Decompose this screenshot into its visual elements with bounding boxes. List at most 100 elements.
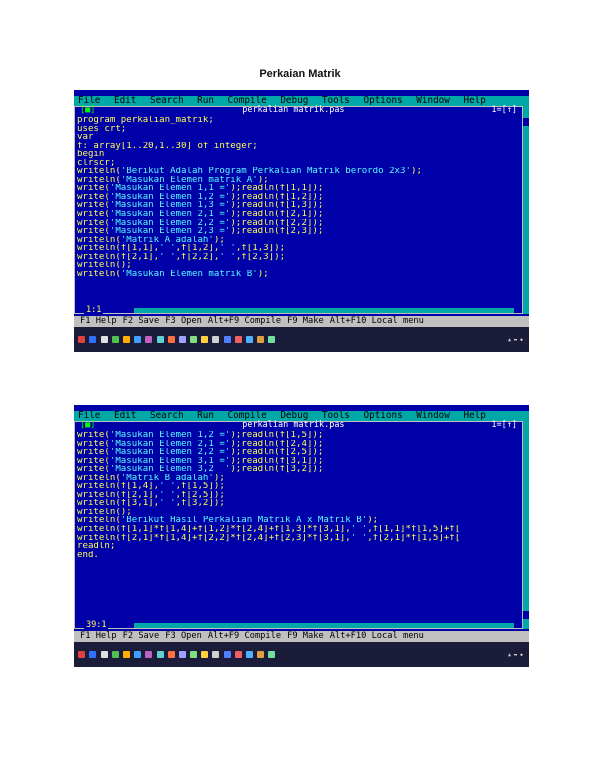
code-line: writeln(f[3,1],' ',f[3,2]); bbox=[77, 499, 225, 508]
code-line: writeln(f[1,1]*f[1,4]+f[1,2]*f[2,4]+f[1,… bbox=[77, 525, 461, 534]
menu-search[interactable]: Search bbox=[150, 96, 184, 106]
taskbar-app-icon[interactable] bbox=[257, 651, 265, 658]
taskbar-app-icon[interactable] bbox=[156, 651, 164, 658]
taskbar-app-icon[interactable] bbox=[234, 651, 242, 658]
taskbar-app-icon[interactable] bbox=[201, 336, 209, 343]
file-name: perkalian matrik.pas bbox=[242, 420, 345, 430]
code-line: writeln(f[2,1]*f[1,4]+f[2,2]*f[2,4]+f[2,… bbox=[77, 533, 461, 543]
code-line: writeln(); bbox=[77, 507, 132, 517]
taskbar-app-icon[interactable] bbox=[167, 651, 175, 658]
close-window-icon[interactable]: [■] bbox=[80, 421, 95, 430]
code-line: writeln('Matrik A adalah'); bbox=[77, 235, 225, 245]
code-line: write('Masukan Elemen 2,3 =');readln(f[2… bbox=[77, 227, 324, 236]
taskbar-app-icon[interactable] bbox=[268, 336, 276, 343]
code-line: write('Masukan Elemen 2,2 =');readln(f[2… bbox=[77, 218, 324, 228]
code-line: writeln(f[1,1],' ',f[1,2],' ',f[1,3]); bbox=[77, 244, 286, 253]
vertical-scrollbar[interactable] bbox=[523, 421, 529, 629]
taskbar-app-icon[interactable] bbox=[212, 651, 220, 658]
taskbar-app-icon[interactable] bbox=[178, 336, 186, 343]
status-item[interactable]: F3 Open bbox=[165, 316, 202, 326]
code-line: writeln('Matrik B adalah'); bbox=[77, 473, 225, 483]
code-line: write('Masukan Elemen 1,3 =');readln(f[1… bbox=[77, 201, 324, 211]
taskbar-app-icon[interactable] bbox=[111, 651, 119, 658]
window-number[interactable]: 1=[↑] bbox=[491, 421, 517, 430]
taskbar-app-icon[interactable] bbox=[178, 651, 186, 658]
taskbar-app-icon[interactable] bbox=[145, 651, 153, 658]
taskbar-app-icon[interactable] bbox=[134, 336, 142, 343]
horizontal-scrollbar[interactable] bbox=[134, 308, 514, 313]
status-item[interactable]: F9 Make bbox=[287, 631, 324, 641]
taskbar-app-icon[interactable] bbox=[122, 651, 130, 658]
taskbar-app-icon[interactable] bbox=[190, 651, 198, 658]
status-item[interactable]: Alt+F10 Local menu bbox=[330, 316, 424, 326]
menu-edit[interactable]: Edit bbox=[114, 411, 136, 421]
menu-window[interactable]: Window bbox=[416, 411, 450, 421]
menu-run[interactable]: Run bbox=[197, 96, 214, 106]
code-line: write('Masukan Elemen 1,1 =');readln(f[1… bbox=[77, 184, 324, 193]
code-editor[interactable]: write('Masukan Elemen 1,2 =');readln(f[1… bbox=[77, 431, 521, 623]
menu-edit[interactable]: Edit bbox=[114, 96, 136, 106]
menu-window[interactable]: Window bbox=[416, 96, 450, 106]
menu-search[interactable]: Search bbox=[150, 411, 184, 421]
system-tray[interactable]: ▲ ▬ ◆ bbox=[508, 337, 523, 343]
vertical-scrollbar[interactable] bbox=[523, 106, 529, 314]
menu-help[interactable]: Help bbox=[463, 411, 485, 421]
taskbar-app-icon[interactable] bbox=[257, 336, 265, 343]
cursor-position: 1:1 bbox=[84, 305, 104, 315]
taskbar-app-icon[interactable] bbox=[100, 336, 108, 343]
code-line: writeln('Berikut Adalah Program Perkalia… bbox=[77, 167, 422, 176]
taskbar-app-icon[interactable] bbox=[246, 336, 253, 343]
taskbar-app-icon[interactable] bbox=[89, 651, 97, 658]
system-tray[interactable]: ▲ ▬ ◆ bbox=[508, 652, 523, 658]
code-line: writeln(f[1,4],' ',f[1,5]); bbox=[77, 482, 225, 491]
editor-window-bar: [■] perkalian matrik.pas 1=[↑] bbox=[74, 421, 523, 430]
taskbar-app-icon[interactable] bbox=[156, 336, 164, 343]
code-line: writeln(f[2,1],' ',f[2,5]); bbox=[77, 490, 225, 500]
status-item[interactable]: F9 Make bbox=[287, 316, 324, 326]
scroll-thumb[interactable] bbox=[523, 611, 529, 619]
editor-window-bar: [■] perkalian matrik.pas 1=[↑] bbox=[74, 106, 523, 115]
status-item[interactable]: F2 Save bbox=[123, 631, 160, 641]
taskbar-app-icon[interactable] bbox=[246, 651, 253, 658]
status-item[interactable]: F3 Open bbox=[165, 631, 202, 641]
status-item[interactable]: Alt+F9 Compile bbox=[208, 631, 281, 641]
code-line: begin bbox=[77, 150, 105, 159]
taskbar-app-icon[interactable] bbox=[89, 336, 97, 343]
code-line: f: array[1..20,1..30] of integer; bbox=[77, 141, 258, 151]
taskbar-app-icon[interactable] bbox=[100, 651, 108, 658]
status-item[interactable]: F2 Save bbox=[123, 316, 160, 326]
close-window-icon[interactable]: [■] bbox=[80, 106, 95, 115]
taskbar-app-icon[interactable] bbox=[190, 336, 198, 343]
status-item[interactable]: F1 Help bbox=[80, 631, 117, 641]
menu-help[interactable]: Help bbox=[463, 96, 485, 106]
taskbar-app-icon[interactable] bbox=[78, 651, 86, 658]
menu-options[interactable]: Options bbox=[364, 411, 403, 421]
taskbar-app-icon[interactable] bbox=[145, 336, 153, 343]
horizontal-scrollbar[interactable] bbox=[134, 623, 514, 628]
taskbar-app-icon[interactable] bbox=[223, 651, 231, 658]
taskbar-app-icon[interactable] bbox=[134, 651, 142, 658]
scroll-thumb[interactable] bbox=[523, 118, 529, 126]
code-line: uses crt; bbox=[77, 124, 127, 134]
taskbar-app-icon[interactable] bbox=[234, 336, 242, 343]
taskbar-app-icon[interactable] bbox=[167, 336, 175, 343]
code-line: writeln(f[2,1],' ',f[2,2],' ',f[2,3]); bbox=[77, 252, 286, 262]
code-line: writeln('Masukan Elemen matrik B'); bbox=[77, 269, 269, 279]
windows-taskbar: ▲ ▬ ◆ bbox=[74, 642, 529, 667]
code-editor[interactable]: program perkalian_matrik; uses crt; var f: … bbox=[77, 116, 521, 308]
status-item[interactable]: Alt+F10 Local menu bbox=[330, 631, 424, 641]
status-item[interactable]: Alt+F9 Compile bbox=[208, 316, 281, 326]
taskbar-app-icon[interactable] bbox=[212, 336, 220, 343]
taskbar-app-icon[interactable] bbox=[201, 651, 209, 658]
menu-run[interactable]: Run bbox=[197, 411, 214, 421]
taskbar-app-icon[interactable] bbox=[111, 336, 119, 343]
cursor-position: 39:1 bbox=[84, 620, 109, 630]
code-line: writeln('Berikut Hasil Perkalian Matrik … bbox=[77, 516, 379, 526]
taskbar-app-icon[interactable] bbox=[268, 651, 276, 658]
taskbar-app-icon[interactable] bbox=[122, 336, 130, 343]
status-item[interactable]: F1 Help bbox=[80, 316, 117, 326]
window-number[interactable]: 1=[↑] bbox=[491, 106, 517, 115]
menu-options[interactable]: Options bbox=[364, 96, 403, 106]
taskbar-app-icon[interactable] bbox=[223, 336, 231, 343]
taskbar-app-icon[interactable] bbox=[78, 336, 86, 343]
